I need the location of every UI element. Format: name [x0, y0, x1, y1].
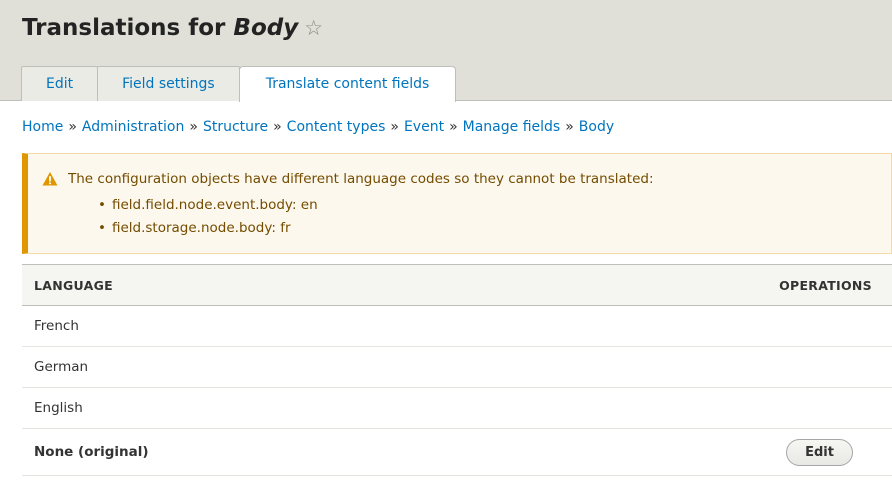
breadcrumb: Home» Administration» Structure» Content ty… — [22, 119, 614, 135]
warning-text: The configuration objects have different… — [68, 171, 654, 187]
primary-tabs: Edit Field settings Translate content fi… — [21, 66, 457, 102]
table-row: None (original) Edit — [22, 429, 892, 476]
breadcrumb-separator: » — [273, 119, 282, 135]
warning-message: The configuration objects have different… — [22, 153, 892, 254]
breadcrumb-separator: » — [390, 119, 399, 135]
breadcrumb-body[interactable]: Body — [579, 119, 614, 135]
column-header-operations: OPERATIONS — [779, 277, 872, 293]
page-title: Translations for Body ☆ — [22, 15, 323, 41]
warning-list-item: field.field.node.event.body: en — [98, 195, 318, 218]
page-title-prefix: Translations for — [22, 15, 226, 41]
breadcrumb-administration[interactable]: Administration — [82, 119, 184, 135]
breadcrumb-structure[interactable]: Structure — [203, 119, 268, 135]
breadcrumb-event[interactable]: Event — [404, 119, 444, 135]
table-row: English — [22, 388, 892, 429]
translations-table: LANGUAGE OPERATIONS French German Englis… — [22, 264, 892, 476]
page-header: Translations for Body ☆ Edit Field settin… — [0, 0, 892, 102]
tab-translate-content-fields[interactable]: Translate content fields — [238, 66, 457, 102]
warning-list: field.field.node.event.body: en field.st… — [98, 195, 318, 241]
table-row: French — [22, 306, 892, 347]
breadcrumb-manage-fields[interactable]: Manage fields — [463, 119, 561, 135]
breadcrumb-separator: » — [449, 119, 458, 135]
breadcrumb-home[interactable]: Home — [22, 119, 63, 135]
breadcrumb-content-types[interactable]: Content types — [287, 119, 386, 135]
tab-edit[interactable]: Edit — [21, 66, 99, 101]
edit-original-button[interactable]: Edit — [786, 438, 853, 466]
star-shortcut-icon[interactable]: ☆ — [304, 16, 323, 40]
breadcrumb-separator: » — [189, 119, 198, 135]
warning-icon — [42, 172, 58, 186]
breadcrumb-separator: » — [68, 119, 77, 135]
page-title-entity: Body — [233, 15, 299, 41]
language-cell: French — [34, 318, 79, 334]
breadcrumb-separator: » — [565, 119, 574, 135]
table-row: German — [22, 347, 892, 388]
warning-list-item: field.storage.node.body: fr — [98, 218, 318, 241]
language-cell: German — [34, 359, 89, 375]
tab-field-settings[interactable]: Field settings — [97, 66, 240, 101]
column-header-language: LANGUAGE — [34, 277, 113, 293]
language-cell: None (original) — [34, 444, 149, 460]
language-cell: English — [34, 400, 83, 416]
table-header: LANGUAGE OPERATIONS — [22, 264, 892, 306]
